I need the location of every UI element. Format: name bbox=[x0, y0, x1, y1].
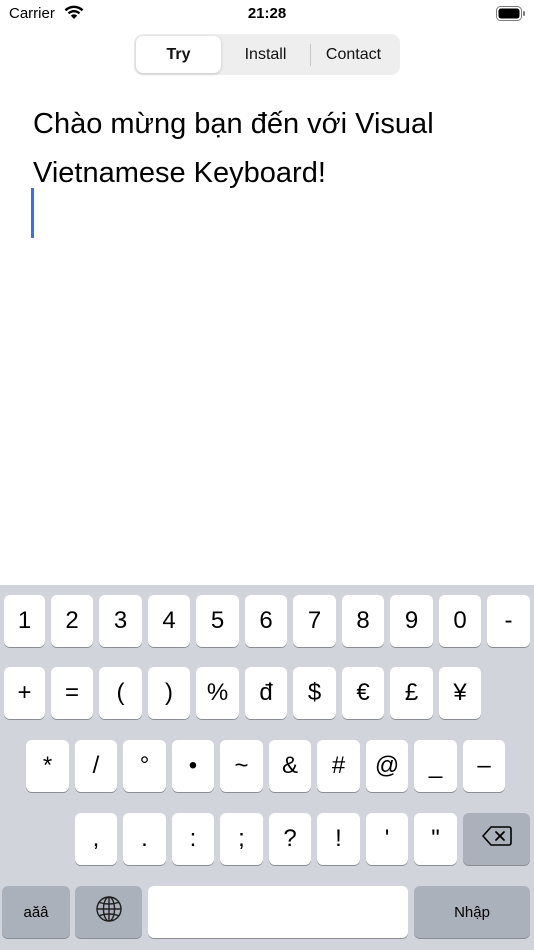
key-plus[interactable]: + bbox=[4, 667, 45, 719]
key-3[interactable]: 3 bbox=[99, 595, 142, 647]
key-underscore[interactable]: _ bbox=[414, 740, 457, 792]
key-percent[interactable]: % bbox=[196, 667, 239, 719]
globe-button[interactable] bbox=[75, 886, 142, 938]
space-bar[interactable] bbox=[148, 886, 408, 938]
key-dollar[interactable]: $ bbox=[293, 667, 336, 719]
key-hash[interactable]: # bbox=[317, 740, 360, 792]
key-6[interactable]: 6 bbox=[245, 595, 287, 647]
key-degree[interactable]: ° bbox=[123, 740, 166, 792]
key-question[interactable]: ? bbox=[269, 813, 311, 865]
key-at[interactable]: @ bbox=[366, 740, 408, 792]
text-cursor bbox=[31, 188, 34, 238]
keyboard: 1 2 3 4 5 6 7 8 9 0 - + = ( ) % đ $ € £ … bbox=[0, 585, 534, 950]
segmented-control: Try Install Contact bbox=[134, 34, 400, 75]
key-period[interactable]: . bbox=[123, 813, 166, 865]
mode-switch-button[interactable]: aăâ bbox=[2, 886, 70, 938]
backspace-button[interactable] bbox=[463, 813, 530, 865]
tab-contact[interactable]: Contact bbox=[311, 36, 396, 73]
key-dash[interactable]: – bbox=[463, 740, 505, 792]
status-bar: Carrier 21:28 bbox=[0, 0, 534, 30]
key-pound[interactable]: £ bbox=[390, 667, 433, 719]
key-2[interactable]: 2 bbox=[51, 595, 93, 647]
tab-install[interactable]: Install bbox=[223, 36, 308, 73]
key-4[interactable]: 4 bbox=[148, 595, 190, 647]
key-5[interactable]: 5 bbox=[196, 595, 239, 647]
return-button[interactable]: Nhập bbox=[414, 886, 530, 938]
key-yen[interactable]: ¥ bbox=[439, 667, 481, 719]
key-asterisk[interactable]: * bbox=[26, 740, 69, 792]
key-exclamation[interactable]: ! bbox=[317, 813, 360, 865]
key-1[interactable]: 1 bbox=[4, 595, 45, 647]
key-euro[interactable]: € bbox=[342, 667, 384, 719]
key-equals[interactable]: = bbox=[51, 667, 93, 719]
editor-line: Vietnamese Keyboard! bbox=[33, 157, 326, 189]
key-close-paren[interactable]: ) bbox=[148, 667, 190, 719]
key-ampersand[interactable]: & bbox=[269, 740, 311, 792]
backspace-icon bbox=[481, 825, 512, 854]
clock: 21:28 bbox=[247, 5, 287, 22]
key-apostrophe[interactable]: ' bbox=[366, 813, 408, 865]
key-hyphen[interactable]: - bbox=[487, 595, 530, 647]
key-colon[interactable]: : bbox=[172, 813, 214, 865]
key-quote[interactable]: " bbox=[414, 813, 457, 865]
text-editor[interactable]: Chào mừng bạn đến với Visual Vietnamese … bbox=[33, 100, 503, 198]
key-tilde[interactable]: ~ bbox=[220, 740, 263, 792]
key-semicolon[interactable]: ; bbox=[220, 813, 263, 865]
key-7[interactable]: 7 bbox=[293, 595, 336, 647]
battery-icon bbox=[496, 6, 526, 26]
key-slash[interactable]: / bbox=[75, 740, 117, 792]
key-bullet[interactable]: • bbox=[172, 740, 214, 792]
tab-try[interactable]: Try bbox=[136, 36, 221, 73]
editor-line: Chào mừng bạn đến với Visual bbox=[33, 108, 434, 140]
key-comma[interactable]: , bbox=[75, 813, 117, 865]
key-dong[interactable]: đ bbox=[245, 667, 287, 719]
key-8[interactable]: 8 bbox=[342, 595, 384, 647]
globe-icon bbox=[95, 895, 123, 930]
key-9[interactable]: 9 bbox=[390, 595, 433, 647]
key-0[interactable]: 0 bbox=[439, 595, 481, 647]
key-open-paren[interactable]: ( bbox=[99, 667, 142, 719]
